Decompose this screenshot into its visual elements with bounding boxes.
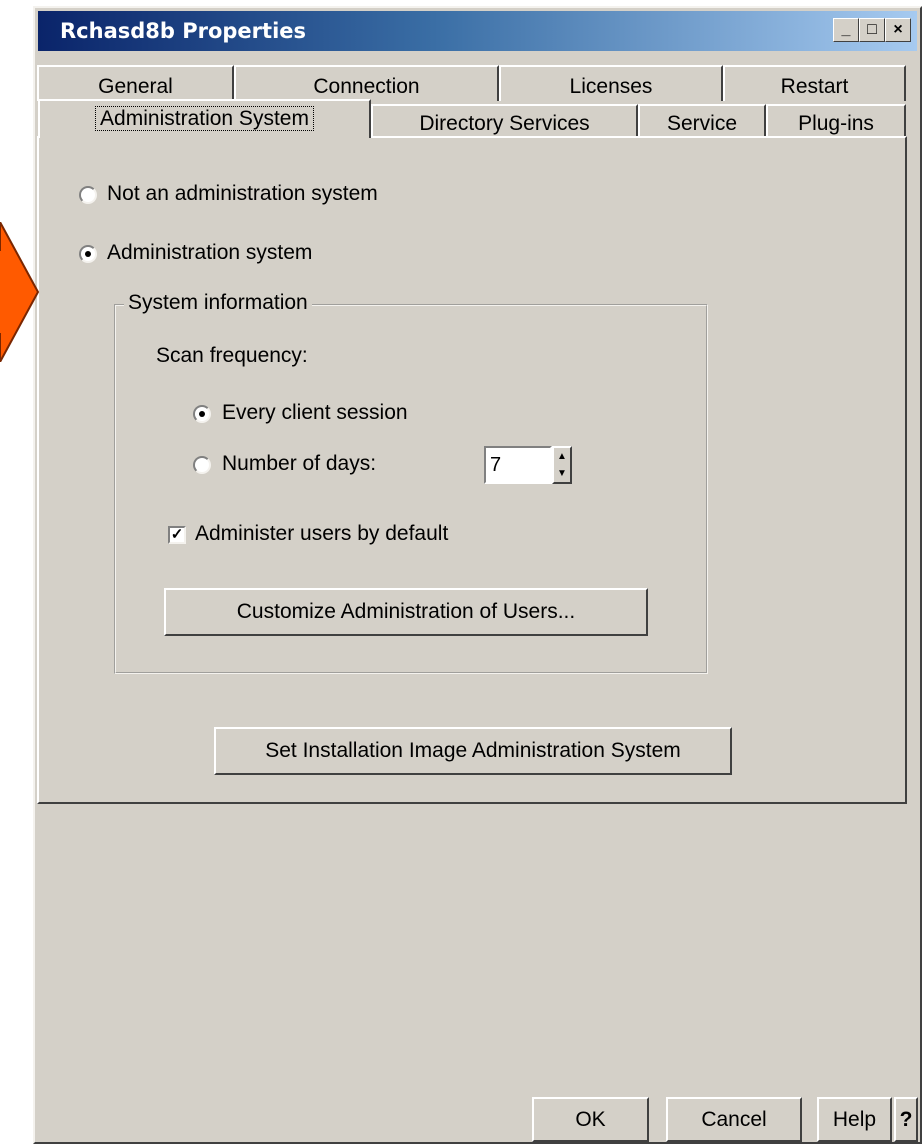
tab-service[interactable]: Service xyxy=(638,104,766,140)
close-button[interactable]: × xyxy=(885,18,911,42)
tab-general-label: General xyxy=(98,75,173,98)
customize-administration-button[interactable]: Customize Administration of Users... xyxy=(164,588,648,636)
properties-dialog: Rchasd8b Properties _ □ × General Connec… xyxy=(33,6,922,1144)
tab-plug-ins-label: Plug-ins xyxy=(798,112,874,135)
system-information-title: System information xyxy=(124,291,312,315)
scan-frequency-label: Scan frequency: xyxy=(156,344,308,367)
days-stepper[interactable]: ▲ ▼ xyxy=(552,446,572,484)
spin-up-icon[interactable]: ▲ xyxy=(554,448,570,465)
tab-directory-services[interactable]: Directory Services xyxy=(371,104,638,140)
tab-connection[interactable]: Connection xyxy=(234,65,499,101)
system-information-group: System information Scan frequency: Every… xyxy=(114,291,708,674)
spin-down-icon[interactable]: ▼ xyxy=(554,465,570,482)
tab-connection-label: Connection xyxy=(313,75,420,98)
title-bar: Rchasd8b Properties _ □ × xyxy=(38,11,917,51)
administer-users-checkbox[interactable]: ✓ xyxy=(168,526,186,544)
every-client-session-radio[interactable] xyxy=(193,405,211,423)
tab-licenses[interactable]: Licenses xyxy=(499,65,723,101)
window-title: Rchasd8b Properties xyxy=(60,19,307,43)
help-button[interactable]: Help xyxy=(817,1097,892,1142)
not-admin-label: Not an administration system xyxy=(107,182,378,205)
tab-restart-label: Restart xyxy=(780,75,849,98)
administer-users-label: Administer users by default xyxy=(195,522,449,545)
admin-radio[interactable] xyxy=(79,245,97,263)
set-installation-image-button[interactable]: Set Installation Image Administration Sy… xyxy=(214,727,732,775)
administration-system-panel: Not an administration system Administrat… xyxy=(37,136,907,804)
maximize-button[interactable]: □ xyxy=(859,18,885,42)
tab-general[interactable]: General xyxy=(37,65,234,101)
number-of-days-radio[interactable] xyxy=(193,456,211,474)
question-button[interactable]: ? xyxy=(894,1097,918,1142)
tab-administration-system[interactable]: Administration System xyxy=(38,99,371,138)
pointer-arrow-icon xyxy=(0,222,40,362)
every-client-session-label: Every client session xyxy=(222,401,408,424)
ok-button[interactable]: OK xyxy=(532,1097,649,1142)
tab-licenses-label: Licenses xyxy=(569,75,653,98)
minimize-button[interactable]: _ xyxy=(833,18,859,42)
not-admin-radio[interactable] xyxy=(79,186,97,204)
tab-directory-services-label: Directory Services xyxy=(419,112,590,135)
cancel-button[interactable]: Cancel xyxy=(666,1097,802,1142)
admin-label: Administration system xyxy=(107,241,313,264)
tab-plug-ins[interactable]: Plug-ins xyxy=(766,104,906,140)
number-of-days-label: Number of days: xyxy=(222,452,377,475)
tab-administration-system-label: Administration System xyxy=(95,106,314,131)
tab-restart[interactable]: Restart xyxy=(723,65,906,101)
tab-service-label: Service xyxy=(666,112,738,135)
days-value-input[interactable]: 7 xyxy=(484,446,552,484)
